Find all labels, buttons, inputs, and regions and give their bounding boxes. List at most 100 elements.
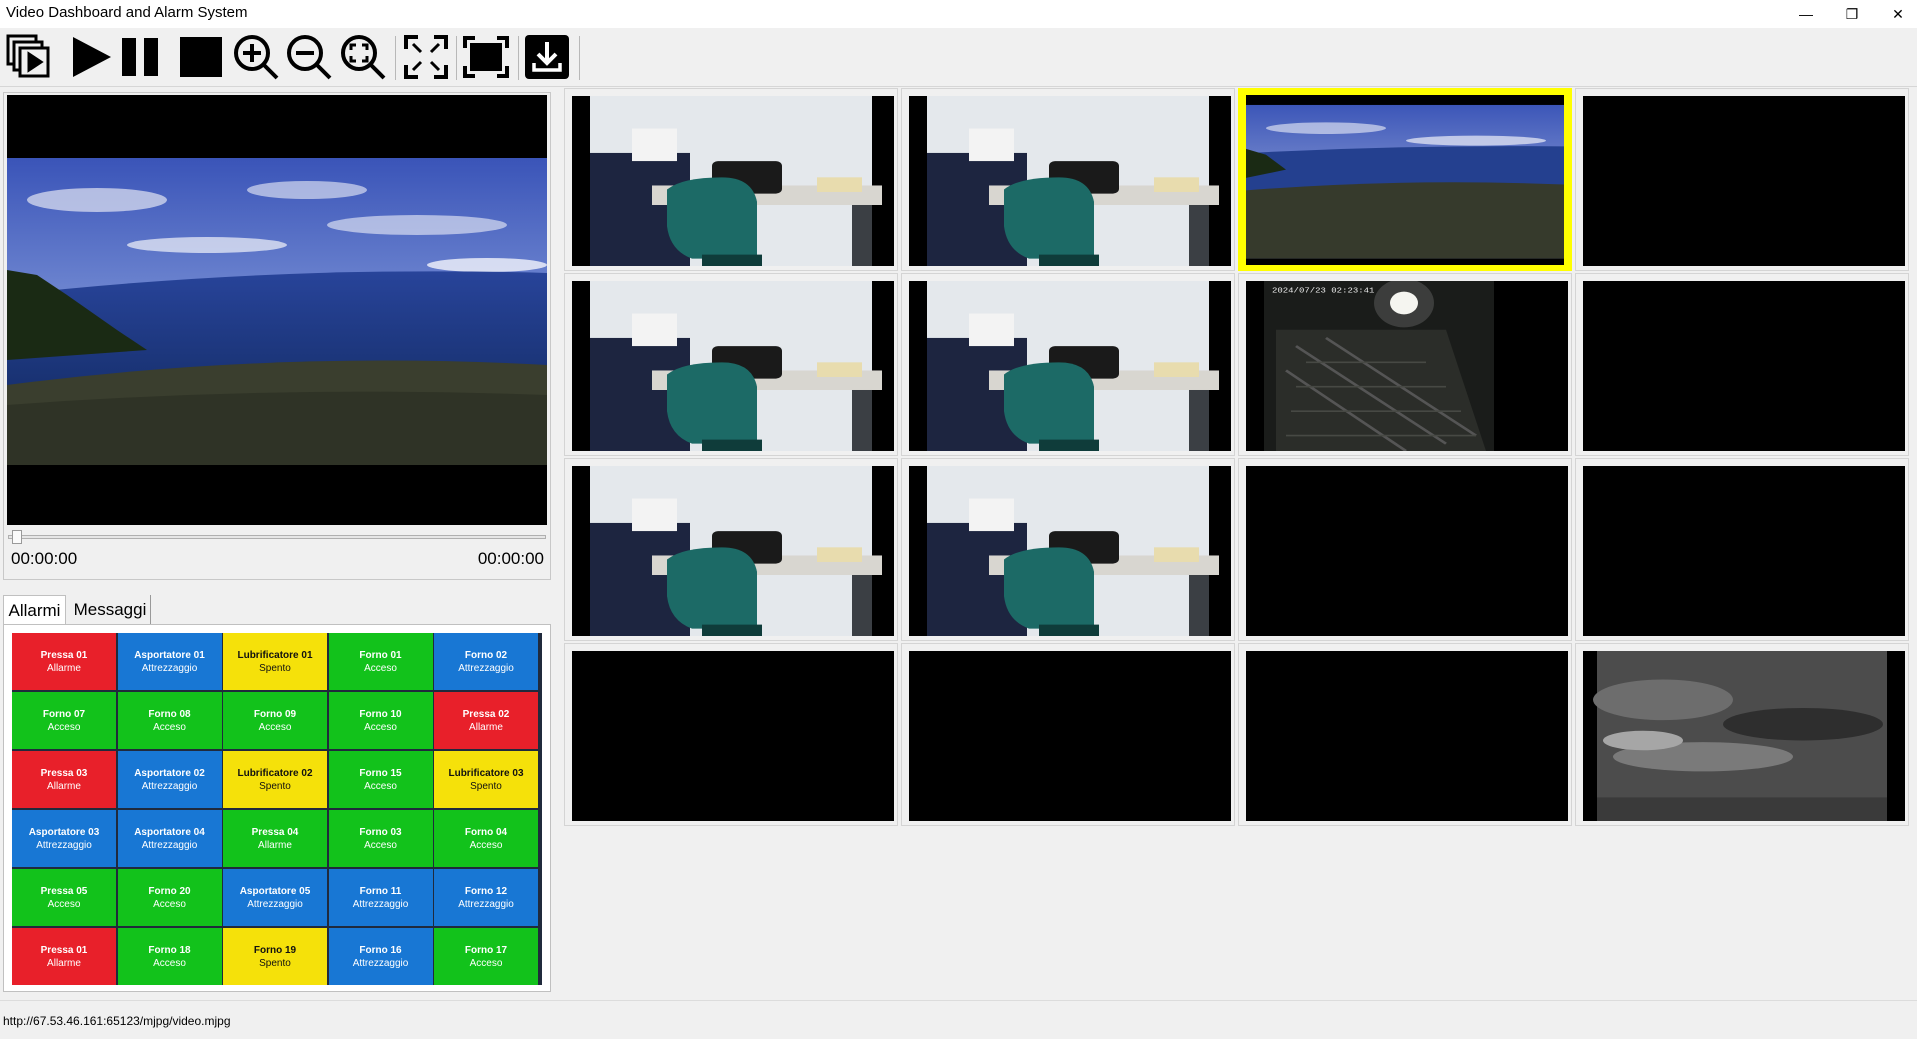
alarm-name: Forno 12 — [464, 885, 508, 897]
alarm-tile[interactable]: Pressa 03 Allarme — [12, 751, 116, 808]
alarm-tile[interactable]: Asportatore 05 Attrezzaggio — [223, 869, 327, 926]
alarm-tile[interactable]: Forno 17 Acceso — [434, 928, 538, 985]
camera-tile[interactable]: 2024/07/23 02:23:41 — [1238, 273, 1572, 456]
alarm-tile[interactable]: Forno 03 Acceso — [328, 810, 433, 867]
alarm-tile[interactable]: Forno 20 Acceso — [117, 869, 222, 926]
alarm-tile[interactable]: Forno 19 Spento — [223, 928, 327, 985]
zoom-out-button[interactable] — [283, 31, 335, 83]
play-icon — [73, 37, 111, 77]
alarm-name: Forno 20 — [148, 885, 191, 897]
camera-tile[interactable] — [1238, 643, 1572, 826]
elapsed-time: 00:00:00 — [11, 549, 78, 568]
alarm-tile[interactable]: Forno 07 Acceso — [12, 692, 116, 749]
restore-icon: ❐ — [1845, 5, 1859, 22]
zoom-in-button[interactable] — [230, 31, 282, 83]
zoom-fit-button[interactable] — [337, 31, 389, 83]
camera-tile[interactable] — [564, 273, 898, 456]
alarm-state: Acceso — [47, 898, 81, 910]
alarm-state: Acceso — [153, 957, 186, 969]
tab-messaggi[interactable]: Messaggi — [70, 595, 151, 625]
alarm-tile[interactable]: Pressa 02 Allarme — [434, 692, 538, 749]
alarm-name: Forno 11 — [359, 885, 402, 897]
alarm-name: Forno 18 — [148, 944, 191, 956]
alarm-tile[interactable]: Forno 15 Acceso — [328, 751, 433, 808]
camera-tile[interactable] — [1575, 88, 1909, 271]
alarm-state: Spento — [259, 662, 291, 674]
pause-button[interactable] — [115, 31, 167, 83]
close-button[interactable]: ✕ — [1875, 0, 1917, 28]
alarm-tile[interactable]: Forno 12 Attrezzaggio — [434, 869, 538, 926]
camera-tile[interactable] — [564, 88, 898, 271]
camera-feed-sky — [1583, 651, 1905, 821]
alarm-name: Pressa 05 — [40, 885, 88, 897]
alarm-state: Acceso — [364, 662, 397, 674]
alarm-state: Attrezzaggio — [352, 898, 409, 910]
camera-feed-none — [1246, 466, 1568, 636]
seek-slider[interactable] — [8, 529, 546, 544]
alarm-tile[interactable]: Forno 18 Acceso — [117, 928, 222, 985]
main-video-view[interactable] — [7, 95, 547, 525]
alarm-state: Attrezzaggio — [458, 898, 514, 910]
fullscreen-button[interactable] — [460, 31, 512, 83]
camera-tile[interactable] — [901, 458, 1235, 641]
alarm-tile[interactable]: Lubrificatore 01 Spento — [223, 633, 327, 690]
pause-icon — [122, 38, 158, 76]
alarm-state: Allarme — [47, 662, 81, 674]
minimize-button[interactable]: — — [1783, 0, 1829, 28]
camera-feed-office — [909, 96, 1231, 266]
alarm-tile[interactable]: Lubrificatore 03 Spento — [434, 751, 538, 808]
camera-tile[interactable] — [1238, 458, 1572, 641]
alarm-state: Attrezzaggio — [141, 780, 198, 792]
camera-tile[interactable] — [1575, 458, 1909, 641]
restore-button[interactable]: ❐ — [1829, 0, 1875, 28]
alarm-state: Allarme — [47, 780, 81, 792]
alarm-name: Forno 17 — [464, 944, 508, 956]
camera-tile[interactable] — [564, 458, 898, 641]
play-button[interactable] — [65, 31, 117, 83]
alarm-state: Spento — [259, 957, 291, 969]
alarm-tile[interactable]: Asportatore 03 Attrezzaggio — [12, 810, 116, 867]
alarm-name: Forno 02 — [464, 649, 508, 661]
alarm-tile[interactable]: Forno 01 Acceso — [328, 633, 433, 690]
alarm-state: Attrezzaggio — [36, 839, 92, 851]
expand-button[interactable] — [400, 31, 452, 83]
alarm-tile[interactable]: Forno 02 Attrezzaggio — [434, 633, 538, 690]
alarm-tile[interactable]: Forno 10 Acceso — [328, 692, 433, 749]
alarm-tile[interactable]: Forno 11 Attrezzaggio — [328, 869, 433, 926]
stop-icon — [180, 37, 222, 77]
seek-handle[interactable] — [12, 530, 22, 544]
total-time: 00:00:00 — [477, 549, 544, 568]
camera-tile-selected[interactable] — [1238, 88, 1572, 271]
alarm-tile[interactable]: Pressa 01 Allarme — [12, 633, 116, 690]
alarm-name: Asportatore 02 — [134, 767, 205, 779]
camera-tile[interactable] — [1575, 643, 1909, 826]
alarm-tile[interactable]: Pressa 05 Acceso — [12, 869, 116, 926]
seek-track[interactable] — [8, 535, 546, 539]
camera-tile[interactable] — [564, 643, 898, 826]
alarm-tile[interactable]: Forno 09 Acceso — [223, 692, 327, 749]
alarm-name: Forno 04 — [464, 826, 508, 838]
alarm-state: Attrezzaggio — [141, 839, 198, 851]
alarm-tile[interactable]: Pressa 04 Allarme — [223, 810, 327, 867]
camera-tile[interactable] — [1575, 273, 1909, 456]
tab-allarmi[interactable]: Allarmi — [3, 595, 66, 626]
alarm-tile[interactable]: Asportatore 04 Attrezzaggio — [117, 810, 222, 867]
stop-button[interactable] — [175, 31, 227, 83]
camera-tile[interactable] — [901, 273, 1235, 456]
camera-tile[interactable] — [901, 88, 1235, 271]
alarm-tile[interactable]: Lubrificatore 02 Spento — [223, 751, 327, 808]
alarm-tile[interactable]: Forno 08 Acceso — [117, 692, 222, 749]
alarm-tile[interactable]: Asportatore 02 Attrezzaggio — [117, 751, 222, 808]
multi-view-button[interactable] — [3, 31, 55, 83]
camera-tile[interactable] — [901, 643, 1235, 826]
download-button[interactable] — [521, 31, 573, 83]
alarm-tile[interactable]: Asportatore 01 Attrezzaggio — [117, 633, 222, 690]
camera-feed-office — [909, 281, 1231, 451]
alarm-tile[interactable]: Forno 16 Attrezzaggio — [328, 928, 433, 985]
alarm-tile[interactable]: Pressa 01 Allarme — [12, 928, 116, 985]
toolbar-separator — [456, 36, 457, 80]
alarm-state: Acceso — [364, 780, 397, 792]
camera-timestamp: 2024/07/23 02:23:41 — [1272, 286, 1375, 295]
alarm-tile[interactable]: Forno 04 Acceso — [434, 810, 538, 867]
stream-url: http://67.53.46.161:65123/mjpg/video.mjp… — [3, 1014, 231, 1028]
